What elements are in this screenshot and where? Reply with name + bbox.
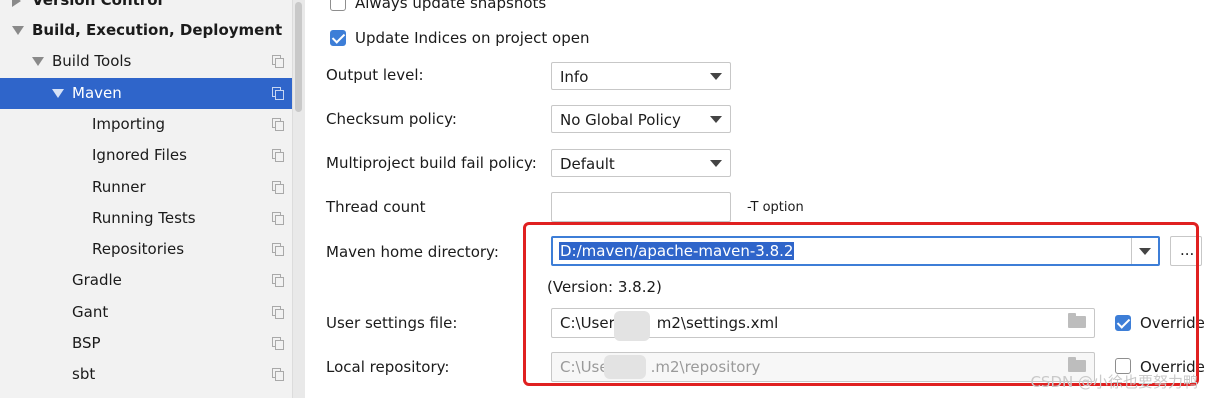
dropdown-value: Info [560,68,589,86]
update-indices-checkbox[interactable] [330,30,346,46]
thread-count-label: Thread count [326,198,426,216]
selected-path-text: D:/maven/apache-maven-3.8.2 [559,242,795,260]
thread-count-input[interactable] [551,192,731,222]
tree-item-label: Repositories [92,240,185,258]
user-settings-value: C:\User m2\settings.xml [560,314,778,332]
maven-home-combo[interactable]: D:/maven/apache-maven-3.8.2 [551,236,1160,266]
checksum-policy-dropdown[interactable]: No Global Policy [551,105,731,133]
user-settings-label: User settings file: [326,314,458,332]
project-settings-icon [272,87,284,100]
path-prefix: C:\Use [560,358,609,376]
tree-item-sbt[interactable]: sbt [0,359,292,390]
redaction-blur [604,355,646,379]
project-settings-icon [272,306,284,319]
project-settings-icon [272,118,284,131]
tree-item-maven[interactable]: Maven [0,78,292,109]
always-update-snapshots-label: Always update snapshots [355,0,547,12]
tree-item-label: sbt [72,365,96,383]
tree-item-importing[interactable]: Importing [0,109,292,140]
always-update-snapshots-checkbox[interactable] [330,0,346,11]
tree-item-running-tests[interactable]: Running Tests [0,203,292,234]
tree-item-label: Gradle [72,271,122,289]
multiproject-fail-policy-dropdown[interactable]: Default [551,149,731,177]
tree-item-label: Running Tests [92,209,196,227]
tree-item-version-control[interactable]: Version Control [0,0,292,16]
settings-tree: Version Control Build, Execution, Deploy… [0,0,292,398]
scrollbar-thumb[interactable] [295,2,302,112]
tree-item-label: Runner [92,178,146,196]
thread-count-hint: -T option [747,200,804,215]
path-suffix: m2\settings.xml [656,314,779,332]
local-repository-label: Local repository: [326,358,450,376]
project-settings-icon [272,149,284,162]
local-repository-input[interactable]: C:\Use .m2\repository [551,352,1095,382]
path-prefix: C:\User [560,314,615,332]
tree-item-gant[interactable]: Gant [0,297,292,328]
maven-version-label: (Version: 3.8.2) [547,278,662,296]
tree-item-label: Maven [72,84,122,102]
dropdown-value: Default [560,155,615,173]
project-settings-icon [272,368,284,381]
chevron-down-icon [710,116,722,123]
maven-home-label: Maven home directory: [326,243,499,261]
update-indices-label: Update Indices on project open [355,29,590,47]
tree-item-label: Ignored Files [92,146,187,164]
tree-item-label: Build Tools [52,52,132,70]
project-settings-icon [272,337,284,350]
redaction-blur [614,311,650,341]
tree-item-runner[interactable]: Runner [0,172,292,203]
project-settings-icon [272,212,284,225]
checksum-policy-label: Checksum policy: [326,110,457,128]
user-settings-input[interactable]: C:\User m2\settings.xml [551,308,1095,341]
maven-home-browse-button[interactable]: ... [1170,236,1202,266]
collapse-arrow-icon[interactable] [32,57,44,66]
output-level-label: Output level: [326,66,424,84]
project-settings-icon [272,243,284,256]
multiproject-fail-policy-label: Multiproject build fail policy: [326,154,537,172]
expand-arrow-icon[interactable] [12,0,21,7]
tree-item-build-tools[interactable]: Build Tools [0,46,292,77]
tree-item-bsp[interactable]: BSP [0,328,292,359]
combo-divider [1131,238,1132,264]
user-settings-override-label: Override [1140,314,1205,332]
sidebar-scrollbar[interactable] [292,0,305,398]
collapse-arrow-icon[interactable] [52,89,64,98]
maven-settings-panel: Always update snapshots Update Indices o… [305,0,1212,398]
tree-item-repositories[interactable]: Repositories [0,234,292,265]
browse-label: ... [1180,241,1195,259]
chevron-down-icon [710,160,722,167]
maven-home-value[interactable]: D:/maven/apache-maven-3.8.2 [559,242,795,260]
tree-item-ignored-files[interactable]: Ignored Files [0,140,292,171]
project-settings-icon [272,55,284,68]
chevron-down-icon [1139,248,1151,255]
tree-item-label: Importing [92,115,165,133]
chevron-down-icon [710,73,722,80]
tree-item-label: Build, Execution, Deployment [32,21,283,39]
path-suffix: .m2\repository [650,358,761,376]
tree-item-gradle[interactable]: Gradle [0,265,292,296]
csdn-watermark: CSDN @小徐也要努力鸭 [1030,373,1198,391]
tree-item-build-execution-deployment[interactable]: Build, Execution, Deployment [0,15,292,46]
project-settings-icon [272,274,284,287]
folder-icon[interactable] [1068,313,1086,328]
project-settings-icon [272,181,284,194]
tree-item-label: Version Control [32,0,163,9]
tree-item-label: Gant [72,303,109,321]
local-repository-value: C:\Use .m2\repository [560,358,760,376]
user-settings-override-checkbox[interactable] [1115,315,1131,331]
tree-item-label: BSP [72,334,101,352]
output-level-dropdown[interactable]: Info [551,62,731,90]
collapse-arrow-icon[interactable] [12,26,24,35]
dropdown-value: No Global Policy [560,111,681,129]
